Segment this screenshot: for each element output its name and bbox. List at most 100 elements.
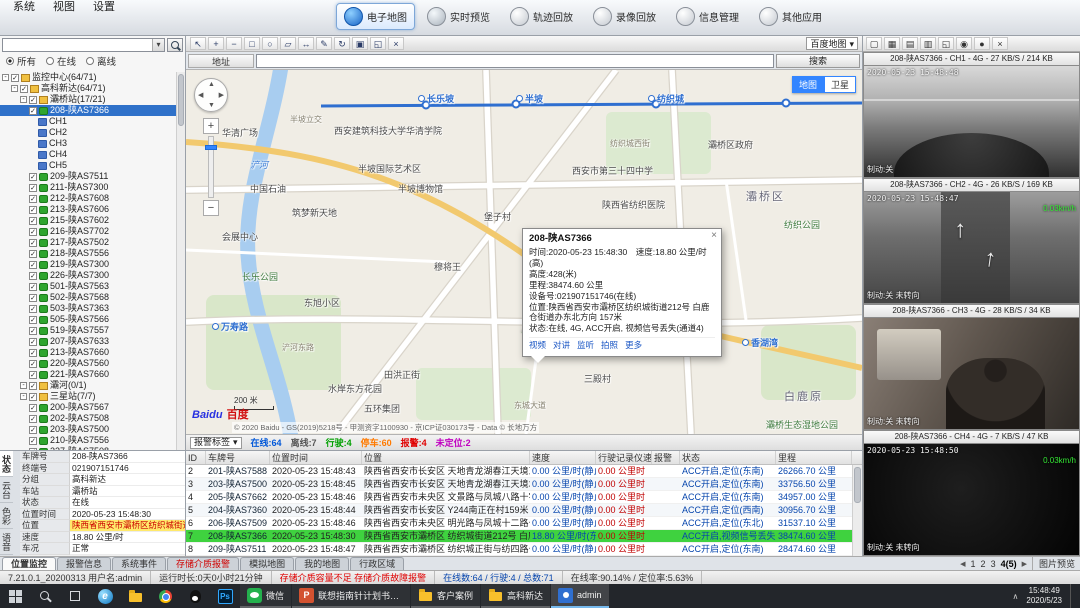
- table-row[interactable]: 7208-陕AS73662020-05-23 15:48:30陕西省西安市灞桥区…: [186, 530, 852, 543]
- video-item[interactable]: 208-陕AS7366 - CH4 - 4G - 7 KB/S / 47 KB2…: [863, 430, 1080, 556]
- layout-4-icon[interactable]: ▦: [884, 37, 900, 50]
- refresh-map-icon[interactable]: ↻: [334, 37, 350, 50]
- tree-item-vehicle[interactable]: ✓212-陕AS7608: [0, 193, 176, 204]
- video-item[interactable]: 208-陕AS7366 - CH1 - 4G - 27 KB/S / 214 K…: [863, 52, 1080, 178]
- bottom-tab[interactable]: 报警信息: [57, 557, 111, 570]
- checkbox-icon[interactable]: ✓: [29, 305, 37, 313]
- checkbox-icon[interactable]: ✓: [29, 404, 37, 412]
- column-header[interactable]: 位置: [362, 451, 530, 464]
- column-header[interactable]: 速度: [530, 451, 596, 464]
- cursor-icon[interactable]: ↖: [190, 37, 206, 50]
- page-number[interactable]: 4(5): [1001, 559, 1017, 569]
- tree-item-group[interactable]: -✓三星站(7/7): [0, 391, 176, 402]
- start-button[interactable]: [0, 584, 30, 608]
- snapshot-icon[interactable]: ◉: [956, 37, 972, 50]
- checkbox-icon[interactable]: ✓: [29, 250, 37, 258]
- tree-item-vehicle[interactable]: ✓219-陕AS7300: [0, 259, 176, 270]
- layout-1-icon[interactable]: ▢: [866, 37, 882, 50]
- ribbon-tab[interactable]: 轨迹回放: [502, 3, 581, 30]
- checkbox-icon[interactable]: ✓: [29, 327, 37, 335]
- checkbox-icon[interactable]: ✓: [29, 195, 37, 203]
- table-row[interactable]: 8209-陕AS75112020-05-23 15:48:47陕西省西安市灞桥区…: [186, 543, 852, 556]
- table-row[interactable]: 2201-陕AS75882020-05-23 15:48:43陕西省西安市长安区…: [186, 465, 852, 478]
- checkbox-icon[interactable]: ✓: [29, 283, 37, 291]
- table-row[interactable]: 3203-陕AS75002020-05-23 15:48:45陕西省西安市长安区…: [186, 478, 852, 491]
- expander-icon[interactable]: -: [20, 382, 27, 389]
- page-number[interactable]: 1: [971, 559, 976, 569]
- tree-item-vehicle[interactable]: ✓200-陕AS7567: [0, 402, 176, 413]
- table-row[interactable]: 5204-陕AS73602020-05-23 15:48:44陕西省西安市长安区…: [186, 504, 852, 517]
- ribbon-tab[interactable]: 电子地图: [336, 3, 415, 30]
- tree-item-vehicle[interactable]: ✓210-陕AS7556: [0, 435, 176, 446]
- tree-item-vehicle[interactable]: ✓503-陕AS7363: [0, 303, 176, 314]
- tree-item-vehicle[interactable]: ✓221-陕AS7660: [0, 369, 176, 380]
- bottom-tab[interactable]: 模拟地图: [240, 557, 294, 570]
- column-header[interactable]: 状态: [680, 451, 776, 464]
- close-all-video-icon[interactable]: ×: [992, 37, 1008, 50]
- tree-item-vehicle[interactable]: ✓218-陕AS7556: [0, 248, 176, 259]
- tree-item-vehicle[interactable]: ✓501-陕AS7563: [0, 281, 176, 292]
- scrollbar-thumb[interactable]: [178, 74, 184, 126]
- bottom-tab[interactable]: 系统事件: [112, 557, 166, 570]
- tree-item-group[interactable]: -✓灞桥站(17/21): [0, 94, 176, 105]
- tree-item-vehicle[interactable]: ✓213-陕AS7606: [0, 204, 176, 215]
- video-screen[interactable]: 制动:关 未转向: [863, 317, 1080, 430]
- video-screen[interactable]: 2020-05-23 15:48:500.03km/h制动:关 未转向: [863, 443, 1080, 556]
- checkbox-icon[interactable]: ✓: [29, 294, 37, 302]
- column-header[interactable]: 车牌号: [206, 451, 270, 464]
- pan-right-icon[interactable]: ▶: [219, 92, 224, 99]
- tree-item-vehicle[interactable]: ✓502-陕AS7568: [0, 292, 176, 303]
- chrome-button[interactable]: [150, 584, 180, 608]
- layers-icon[interactable]: ▣: [352, 37, 368, 50]
- tree-item-vehicle[interactable]: ✓208-陕AS7366: [0, 105, 176, 116]
- detail-tab[interactable]: 云台: [0, 477, 13, 503]
- file-explorer-button[interactable]: [120, 584, 150, 608]
- checkbox-icon[interactable]: ✓: [29, 173, 37, 181]
- tree-item-camera[interactable]: CH2: [0, 127, 176, 138]
- alarm-label-combobox[interactable]: 报警标签 ▾: [190, 437, 242, 449]
- ribbon-tab[interactable]: 录像回放: [585, 3, 664, 30]
- tree-item-vehicle[interactable]: ✓207-陕AS7633: [0, 336, 176, 347]
- checkbox-icon[interactable]: ✓: [29, 426, 37, 434]
- fullscreen-video-icon[interactable]: ◱: [938, 37, 954, 50]
- zoom-slider[interactable]: [208, 136, 214, 198]
- video-item[interactable]: 208-陕AS7366 - CH3 - 4G - 28 KB/S / 34 KB…: [863, 304, 1080, 430]
- menu-item[interactable]: 视图: [44, 0, 84, 14]
- taskbar-app[interactable]: 客户案例: [411, 584, 480, 608]
- detail-tab[interactable]: 语音: [0, 529, 13, 555]
- tree-item-camera[interactable]: CH3: [0, 138, 176, 149]
- checkbox-icon[interactable]: ✓: [29, 261, 37, 269]
- video-item[interactable]: 208-陕AS7366 - CH2 - 4G - 26 KB/S / 169 K…: [863, 178, 1080, 304]
- polygon-tool-icon[interactable]: ▱: [280, 37, 296, 50]
- page-number[interactable]: 2: [981, 559, 986, 569]
- column-header[interactable]: ID: [186, 451, 206, 464]
- taskbar-clock[interactable]: 15:48:49 2020/5/23: [1026, 586, 1062, 606]
- map-layer-select[interactable]: 百度地图 ▾: [806, 37, 858, 50]
- task-view-button[interactable]: [60, 584, 90, 608]
- tree-item-vehicle[interactable]: ✓211-陕AS7300: [0, 182, 176, 193]
- popup-link[interactable]: 更多: [625, 340, 642, 350]
- table-scrollbar[interactable]: [852, 465, 862, 556]
- edge-browser-button[interactable]: e: [90, 584, 120, 608]
- tree-item-vehicle[interactable]: ✓519-陕AS7557: [0, 325, 176, 336]
- pan-up-icon[interactable]: ▲: [208, 81, 215, 88]
- rect-select-icon[interactable]: □: [244, 37, 260, 50]
- menu-item[interactable]: 系统: [4, 0, 44, 14]
- expander-icon[interactable]: -: [20, 393, 27, 400]
- ribbon-tab[interactable]: 信息管理: [668, 3, 747, 30]
- tree-item-vehicle[interactable]: ✓215-陕AS7602: [0, 215, 176, 226]
- draw-tool-icon[interactable]: ✎: [316, 37, 332, 50]
- map-type-button[interactable]: 地图: [792, 76, 824, 93]
- popup-link[interactable]: 对讲: [553, 340, 570, 350]
- checkbox-icon[interactable]: ✓: [29, 228, 37, 236]
- zoom-out-button[interactable]: −: [203, 200, 219, 216]
- tree-item-vehicle[interactable]: ✓226-陕AS7300: [0, 270, 176, 281]
- column-header[interactable]: 里程: [776, 451, 852, 464]
- tree-item-camera[interactable]: CH1: [0, 116, 176, 127]
- taskbar-app[interactable]: admin: [551, 584, 609, 608]
- search-vehicle-button[interactable]: [167, 38, 183, 52]
- filter-radio[interactable]: 离线: [86, 54, 116, 68]
- tree-item-vehicle[interactable]: ✓216-陕AS7702: [0, 226, 176, 237]
- tree-item-vehicle[interactable]: ✓209-陕AS7511: [0, 171, 176, 182]
- tree-item-camera[interactable]: CH4: [0, 149, 176, 160]
